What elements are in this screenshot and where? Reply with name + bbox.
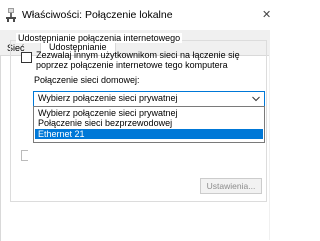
secondary-sharing-checkbox[interactable] <box>21 150 28 161</box>
dropdown-option-private[interactable]: Wybierz połączenie sieci prywatnej <box>35 108 263 118</box>
dropdown-option-wireless[interactable]: Połączenie sieci bezprzewodowej <box>35 118 263 128</box>
home-network-dropdown-list: Wybierz połączenie sieci prywatnej Połąc… <box>33 106 265 143</box>
settings-button[interactable]: Ustawienia... <box>200 178 262 194</box>
home-network-combobox[interactable]: Wybierz połączenie sieci prywatnej <box>33 91 265 107</box>
title-bar: Właściwości: Połączenie lokalne ✕ <box>0 0 271 30</box>
home-network-label: Połączenie sieci domowej: <box>34 75 140 85</box>
combobox-value: Wybierz połączenie sieci prywatnej <box>38 93 178 103</box>
close-icon[interactable]: ✕ <box>262 8 271 21</box>
network-connection-icon <box>6 8 16 22</box>
allow-sharing-checkbox[interactable] <box>21 52 32 63</box>
dropdown-option-ethernet-21[interactable]: Ethernet 21 <box>35 129 263 139</box>
allow-sharing-label[interactable]: Zezwalaj innym użytkownikom sieci na łąc… <box>36 50 240 70</box>
window-title: Właściwości: Połączenie lokalne <box>22 9 173 21</box>
sharing-group-title: Udostępnianie połączenia internetowego <box>16 33 183 43</box>
allow-sharing-label-line2: poprzez połączenie internetowe tego komp… <box>36 60 228 70</box>
chevron-down-icon[interactable] <box>252 96 260 102</box>
allow-sharing-label-line1: Zezwalaj innym użytkownikom sieci na łąc… <box>36 50 240 60</box>
